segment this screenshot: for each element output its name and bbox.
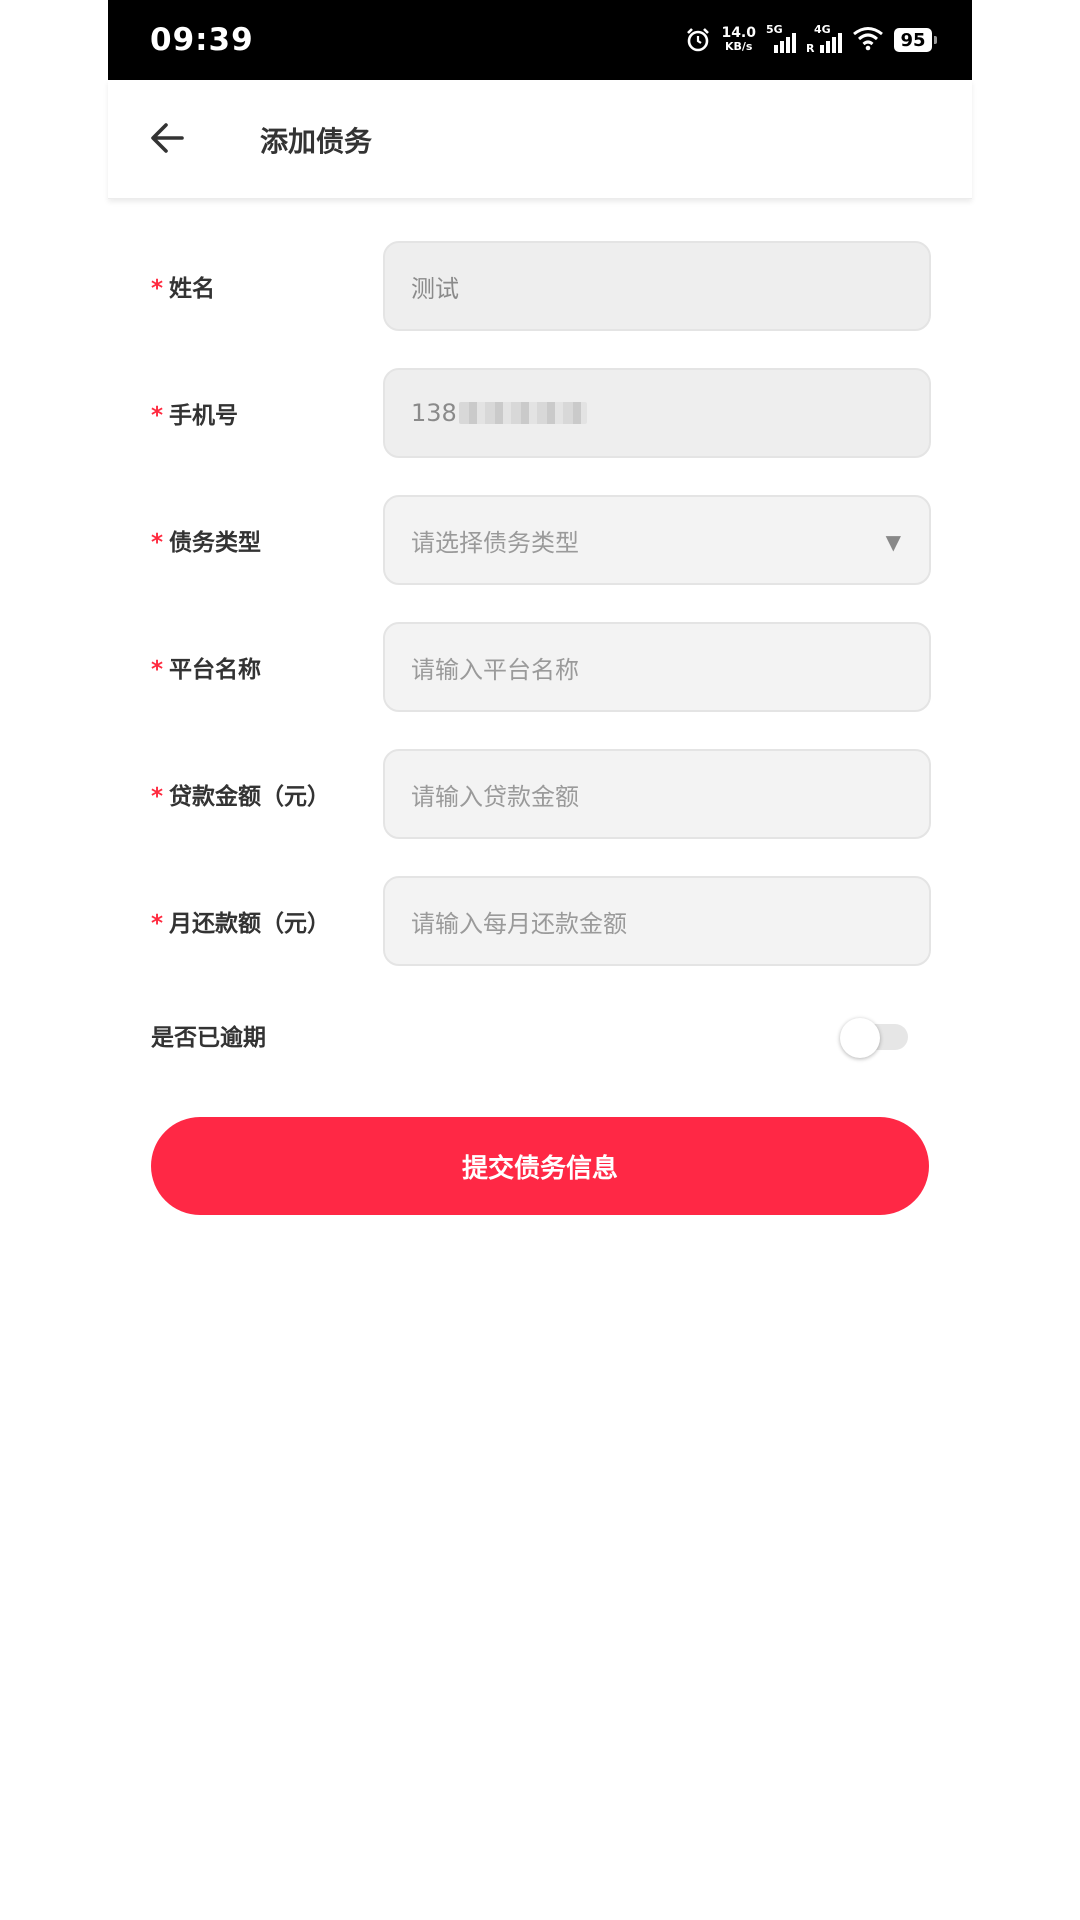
form-row-overdue: 是否已逾期 [108, 1004, 972, 1064]
name-label-text: 姓名 [169, 276, 216, 302]
phone-input[interactable]: 138 [383, 368, 931, 458]
form-row-monthly-repayment: * 月还款额（元） 请输入每月还款金额 [108, 876, 972, 970]
status-bar: 09:39 14.0 KB/s 5G 4G R 95 [108, 0, 972, 80]
debt-type-select[interactable]: 请选择债务类型 ▼ [383, 495, 931, 585]
status-icons: 14.0 KB/s 5G 4G R 95 [685, 22, 937, 58]
loan-amount-label-text: 贷款金额（元） [169, 784, 331, 810]
loan-amount-input[interactable]: 请输入贷款金额 [383, 749, 931, 839]
back-button[interactable] [146, 116, 190, 160]
required-mark: * [151, 530, 164, 556]
required-mark: * [151, 657, 164, 683]
platform-label: * 平台名称 [151, 650, 261, 684]
name-input-value: 测试 [411, 274, 459, 303]
battery-icon: 95 [894, 28, 937, 52]
loan-amount-placeholder: 请输入贷款金额 [411, 782, 579, 811]
network-speed-unit: KB/s [724, 40, 753, 53]
app-header: 添加债务 [108, 80, 972, 199]
arrow-left-icon [151, 123, 184, 153]
monthly-repayment-label-text: 月还款额（元） [169, 911, 331, 937]
monthly-repayment-label: * 月还款额（元） [151, 904, 330, 938]
form-row-loan-amount: * 贷款金额（元） 请输入贷款金额 [108, 749, 972, 843]
phone-label-text: 手机号 [169, 403, 239, 429]
roaming-indicator: R [806, 42, 815, 55]
form-row-phone: * 手机号 138 [108, 368, 972, 462]
platform-input[interactable]: 请输入平台名称 [383, 622, 931, 712]
monthly-repayment-placeholder: 请输入每月还款金额 [411, 909, 627, 938]
overdue-label: 是否已逾期 [151, 1025, 266, 1051]
signal-icon: 5G [766, 23, 796, 55]
signal-icon: 4G R [806, 23, 842, 55]
wifi-icon [852, 25, 884, 55]
alarm-icon [685, 27, 711, 53]
form-row-platform: * 平台名称 请输入平台名称 [108, 622, 972, 716]
left-margin [0, 0, 108, 1920]
required-mark: * [151, 784, 164, 810]
name-input[interactable]: 测试 [383, 241, 931, 331]
debt-type-label: * 债务类型 [151, 523, 261, 557]
submit-button[interactable]: 提交债务信息 [151, 1117, 929, 1215]
page-title: 添加债务 [260, 125, 373, 158]
required-mark: * [151, 911, 164, 937]
network-speed-value: 14.0 [721, 25, 756, 41]
platform-label-text: 平台名称 [169, 657, 262, 683]
name-label: * 姓名 [151, 269, 215, 303]
network-speed: 14.0 KB/s [721, 26, 756, 54]
chevron-down-icon: ▼ [885, 530, 901, 554]
phone-input-value: 138 [411, 399, 457, 427]
phone-label: * 手机号 [151, 396, 238, 430]
required-mark: * [151, 276, 164, 302]
loan-amount-label: * 贷款金额（元） [151, 777, 330, 811]
debt-type-label-text: 债务类型 [169, 530, 262, 556]
redacted-digits [458, 402, 587, 424]
battery-level: 95 [900, 29, 926, 51]
required-mark: * [151, 403, 164, 429]
form-row-debt-type: * 债务类型 请选择债务类型 ▼ [108, 495, 972, 589]
toggle-knob [840, 1018, 880, 1058]
overdue-toggle[interactable] [840, 1018, 908, 1058]
debt-type-placeholder: 请选择债务类型 [411, 528, 579, 557]
status-time: 09:39 [150, 22, 254, 58]
right-margin [972, 0, 1080, 1920]
monthly-repayment-input[interactable]: 请输入每月还款金额 [383, 876, 931, 966]
form-row-name: * 姓名 测试 [108, 241, 972, 335]
platform-placeholder: 请输入平台名称 [411, 655, 579, 684]
